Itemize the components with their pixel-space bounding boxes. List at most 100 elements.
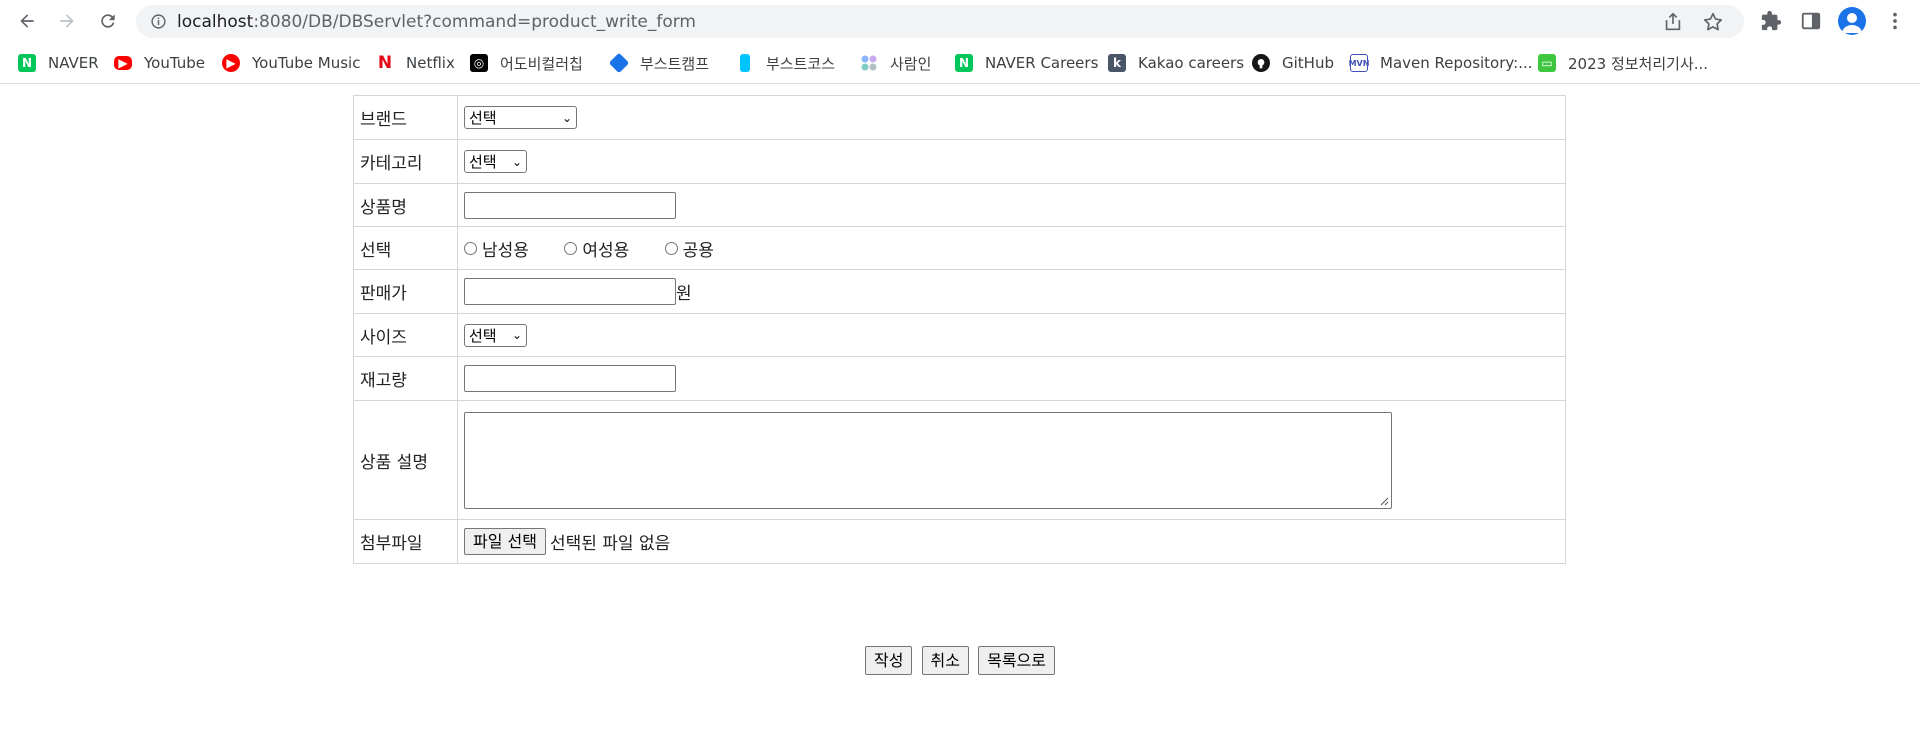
size-label: 사이즈 (353, 313, 458, 357)
size-cell: 선택 ⌄ (457, 313, 1566, 357)
boostcamp-icon (608, 52, 630, 74)
address-bar[interactable]: localhost:8080/DB/DBServlet?command=prod… (136, 5, 1744, 38)
size-select[interactable]: 선택 ⌄ (464, 323, 527, 347)
category-select-value: 선택 (469, 153, 497, 171)
bookmark-boostcourse[interactable]: 부스트코스 (736, 52, 835, 74)
back-button[interactable] (13, 7, 41, 35)
browser-toolbar: localhost:8080/DB/DBServlet?command=prod… (0, 0, 1920, 43)
boostcourse-icon (740, 54, 750, 72)
price-label: 판매가 (353, 269, 458, 314)
gender-label: 선택 (353, 226, 458, 270)
form-row-attachment: 첨부파일 파일 선택 선택된 파일 없음 (353, 519, 1566, 564)
bookmark-label: Kakao careers (1138, 54, 1245, 72)
size-select-value: 선택 (469, 326, 497, 345)
adobe-color-icon: ◎ (470, 54, 488, 72)
bookmark-label: NAVER Careers (985, 54, 1099, 72)
naver-careers-icon: N (955, 54, 973, 72)
cancel-button[interactable]: 취소 (921, 646, 969, 675)
radio-unisex-label: 공용 (682, 240, 714, 261)
form-actions: 작성 취소 목록으로 (0, 646, 1920, 676)
form-row-price: 판매가 원 (353, 269, 1566, 314)
youtube-music-icon: ▶ (222, 54, 240, 72)
category-label: 카테고리 (353, 139, 458, 184)
arrow-right-icon (60, 14, 74, 28)
bookmark-netflix[interactable]: N Netflix (376, 52, 455, 74)
kakao-icon: k (1108, 54, 1126, 72)
arrow-left-icon (20, 14, 34, 28)
chevron-down-icon: ⌄ (511, 328, 522, 342)
description-textarea[interactable] (464, 411, 1392, 509)
bookmark-label: 사람인 (890, 54, 932, 73)
profile-avatar[interactable] (1838, 7, 1866, 35)
forward-button[interactable] (53, 7, 81, 35)
bookmark-github[interactable]: GitHub (1252, 52, 1334, 74)
list-button[interactable]: 목록으로 (978, 646, 1055, 675)
price-input[interactable] (464, 278, 676, 305)
stock-input[interactable] (464, 365, 676, 392)
file-status: 선택된 파일 없음 (549, 534, 671, 554)
reload-icon (101, 14, 115, 28)
bookmark-kakao-careers[interactable]: k Kakao careers (1108, 52, 1244, 74)
description-cell (457, 400, 1566, 520)
chat-icon: ▭ (1538, 54, 1556, 72)
brand-select-value: 선택 (469, 109, 497, 127)
file-select-button[interactable]: 파일 선택 (464, 528, 546, 555)
form-row-description: 상품 설명 (353, 400, 1566, 520)
youtube-icon: ▶ (114, 56, 132, 70)
bookmark-label: YouTube (144, 54, 205, 72)
bookmark-label: Maven Repository:... (1380, 54, 1533, 72)
url-text[interactable]: localhost:8080/DB/DBServlet?command=prod… (177, 12, 696, 32)
stock-cell (457, 356, 1566, 401)
bookmark-youtube-music[interactable]: ▶ YouTube Music (222, 52, 360, 74)
bookmarks-bar: N NAVER ▶ YouTube ▶ YouTube Music N Netf… (0, 43, 1920, 84)
product-name-input[interactable] (464, 191, 676, 219)
bookmark-youtube[interactable]: ▶ YouTube (114, 52, 205, 74)
radio-circle[interactable] (664, 241, 678, 255)
reload-button[interactable] (94, 7, 122, 35)
side-panel-icon[interactable] (1800, 10, 1822, 32)
bookmark-label: GitHub (1282, 54, 1334, 72)
stock-label: 재고량 (353, 356, 458, 401)
netflix-icon: N (377, 53, 393, 73)
brand-select[interactable]: 선택 ⌄ (464, 106, 577, 129)
radio-female[interactable]: 여성용 (564, 236, 629, 261)
category-cell: 선택 ⌄ (457, 139, 1566, 184)
form-row-brand: 브랜드 선택 ⌄ (353, 95, 1566, 140)
bookmark-naver[interactable]: N NAVER (18, 52, 99, 74)
bookmark-exam[interactable]: ▭ 2023 정보처리기사... (1538, 52, 1708, 74)
chevron-down-icon: ⌄ (511, 154, 522, 169)
radio-circle[interactable] (564, 241, 578, 255)
share-icon[interactable] (1662, 11, 1684, 33)
extensions-icon[interactable] (1760, 10, 1782, 32)
brand-label: 브랜드 (353, 95, 458, 140)
resize-grip-icon[interactable] (1380, 497, 1389, 506)
url-path: :8080/DB/DBServlet?command=product_write… (253, 12, 696, 32)
maven-icon: MVN (1349, 54, 1369, 72)
bookmark-label: Netflix (406, 54, 455, 72)
description-label: 상품 설명 (353, 400, 458, 520)
radio-circle[interactable] (464, 241, 477, 255)
bookmark-boostcamp[interactable]: 부스트캠프 (608, 52, 710, 74)
radio-female-label: 여성용 (582, 240, 630, 261)
radio-male[interactable]: 남성용 (464, 236, 529, 261)
form-row-gender: 선택 남성용 여성용 공용 (353, 226, 1566, 270)
price-cell: 원 (457, 269, 1566, 314)
bookmark-maven[interactable]: MVN Maven Repository:... (1349, 52, 1533, 74)
category-select[interactable]: 선택 ⌄ (464, 150, 527, 173)
bookmark-naver-careers[interactable]: N NAVER Careers (955, 52, 1098, 74)
info-icon[interactable] (150, 13, 167, 30)
bookmark-saramin[interactable]: 사람인 (860, 52, 931, 74)
star-icon[interactable] (1702, 11, 1724, 33)
person-icon (1842, 13, 1862, 33)
price-unit: 원 (676, 284, 692, 304)
brand-cell: 선택 ⌄ (457, 95, 1566, 140)
bookmark-adobe-color[interactable]: ◎ 어도비컬러칩 (470, 52, 583, 74)
attachment-cell: 파일 선택 선택된 파일 없음 (457, 519, 1566, 564)
bookmark-label: 부스트캠프 (640, 54, 710, 73)
bookmark-label: 2023 정보처리기사... (1568, 54, 1709, 73)
more-vert-icon[interactable] (1884, 10, 1906, 32)
radio-unisex[interactable]: 공용 (664, 236, 714, 261)
submit-button[interactable]: 작성 (865, 646, 913, 675)
bookmark-label: 부스트코스 (766, 54, 836, 73)
url-host: localhost (177, 12, 254, 32)
